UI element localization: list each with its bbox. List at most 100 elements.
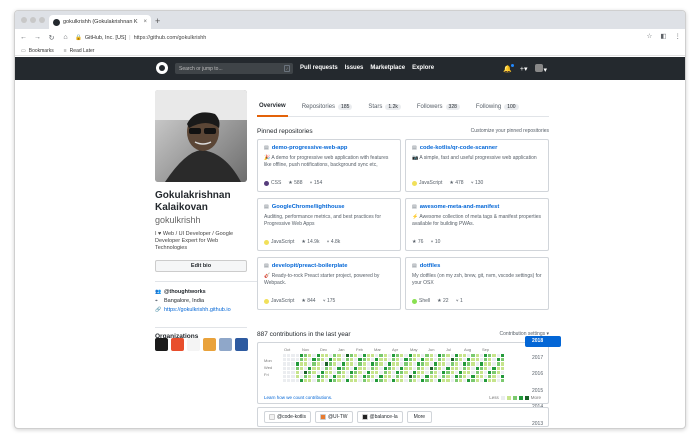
contribution-day[interactable] [345, 354, 349, 358]
contribution-day[interactable] [291, 374, 295, 379]
contribution-day[interactable] [383, 366, 387, 370]
contribution-day[interactable] [379, 366, 383, 370]
contribution-day[interactable] [479, 362, 483, 366]
contribution-day[interactable] [383, 374, 387, 379]
contribution-day[interactable] [312, 379, 316, 383]
contribution-day[interactable] [467, 374, 471, 379]
contribution-day[interactable] [458, 358, 463, 362]
contribution-day[interactable] [396, 370, 400, 374]
nav-issues[interactable]: Issues [345, 65, 364, 71]
contribution-day[interactable] [383, 354, 387, 358]
contribution-day[interactable] [484, 379, 488, 383]
contribution-day[interactable] [303, 362, 308, 366]
contribution-day[interactable] [324, 358, 329, 362]
contribution-day[interactable] [463, 354, 467, 358]
contribution-day[interactable] [329, 379, 333, 383]
contribution-day[interactable] [303, 374, 308, 379]
contribution-day[interactable] [287, 358, 291, 362]
contribution-day[interactable] [442, 374, 446, 379]
contribution-day[interactable] [358, 366, 362, 370]
contribution-day[interactable] [341, 366, 345, 370]
contribution-day[interactable] [484, 354, 488, 358]
contribution-day[interactable] [437, 374, 442, 379]
contribution-day[interactable] [291, 370, 295, 374]
contribution-day[interactable] [488, 379, 492, 383]
contribution-day[interactable] [450, 374, 454, 379]
contribution-day[interactable] [287, 354, 291, 358]
contribution-day[interactable] [454, 358, 458, 362]
contribution-day[interactable] [400, 358, 404, 362]
contribution-day[interactable] [404, 358, 408, 362]
contribution-day[interactable] [417, 379, 421, 383]
repo-name-link[interactable]: demo-progressive-web-app [272, 145, 348, 151]
contribution-day[interactable] [500, 358, 504, 362]
contribution-day[interactable] [283, 379, 287, 383]
contribution-day[interactable] [320, 366, 324, 370]
contribution-day[interactable] [375, 374, 379, 379]
close-window-dot[interactable] [21, 17, 27, 23]
contribution-day[interactable] [333, 362, 337, 366]
contribution-day[interactable] [333, 379, 337, 383]
contribution-day[interactable] [471, 366, 475, 370]
contribution-day[interactable] [329, 374, 333, 379]
contribution-day[interactable] [312, 358, 316, 362]
browser-tab[interactable]: gokulkrishh (Gokulakrishnan K × [49, 15, 151, 29]
contribution-day[interactable] [429, 366, 433, 370]
contribution-day[interactable] [291, 358, 295, 362]
contribution-day[interactable] [324, 366, 329, 370]
contribution-day[interactable] [329, 366, 333, 370]
repo-name-link[interactable]: GoogleChrome/lighthouse [272, 204, 345, 210]
contribution-day[interactable] [379, 374, 383, 379]
contribution-day[interactable] [479, 379, 483, 383]
contribution-day[interactable] [333, 366, 337, 370]
tab-followers[interactable]: Followers 328 [415, 97, 462, 117]
contribution-day[interactable] [404, 366, 408, 370]
contribution-day[interactable] [437, 366, 442, 370]
edit-bio-button[interactable]: Edit bio [155, 260, 247, 272]
contribution-day[interactable] [345, 362, 349, 366]
contribution-day[interactable] [375, 362, 379, 366]
contribution-day[interactable] [396, 362, 400, 366]
contribution-day[interactable] [471, 358, 475, 362]
contribution-day[interactable] [488, 354, 492, 358]
contribution-day[interactable] [354, 366, 358, 370]
contribution-day[interactable] [366, 358, 370, 362]
contribution-day[interactable] [500, 379, 504, 383]
contribution-day[interactable] [333, 370, 337, 374]
contribution-day[interactable] [366, 374, 370, 379]
contribution-day[interactable] [283, 354, 287, 358]
more-orgs-button[interactable]: More [406, 411, 433, 423]
contribution-day[interactable] [408, 354, 412, 358]
contribution-day[interactable] [316, 362, 320, 366]
contribution-day[interactable] [425, 358, 429, 362]
contribution-day[interactable] [471, 379, 475, 383]
contribution-day[interactable] [467, 354, 471, 358]
contribution-day[interactable] [417, 362, 421, 366]
contribution-day[interactable] [467, 366, 471, 370]
contribution-day[interactable] [283, 374, 287, 379]
contribution-day[interactable] [433, 366, 437, 370]
contribution-day[interactable] [408, 370, 412, 374]
contribution-day[interactable] [341, 379, 345, 383]
repo-stars[interactable]: ★ 478 [449, 180, 463, 186]
contribution-day[interactable] [337, 362, 341, 366]
contribution-day[interactable] [320, 362, 324, 366]
repo-forks[interactable]: ⑂ 1 [456, 298, 463, 304]
contribution-day[interactable] [308, 366, 312, 370]
contribution-day[interactable] [320, 354, 324, 358]
contribution-day[interactable] [295, 374, 299, 379]
contribution-day[interactable] [350, 370, 354, 374]
contribution-day[interactable] [316, 358, 320, 362]
contribution-day[interactable] [391, 374, 396, 379]
forward-icon[interactable]: → [32, 34, 43, 41]
contribution-day[interactable] [421, 358, 425, 362]
contribution-day[interactable] [320, 358, 324, 362]
contribution-day[interactable] [312, 362, 316, 366]
contribution-day[interactable] [316, 354, 320, 358]
repo-forks[interactable]: ⑂ 175 [323, 298, 336, 304]
contribution-day[interactable] [488, 358, 492, 362]
contribution-day[interactable] [379, 370, 383, 374]
tab-repositories[interactable]: Repositories 185 [300, 97, 355, 117]
contribution-day[interactable] [496, 354, 500, 358]
contribution-day[interactable] [400, 366, 404, 370]
